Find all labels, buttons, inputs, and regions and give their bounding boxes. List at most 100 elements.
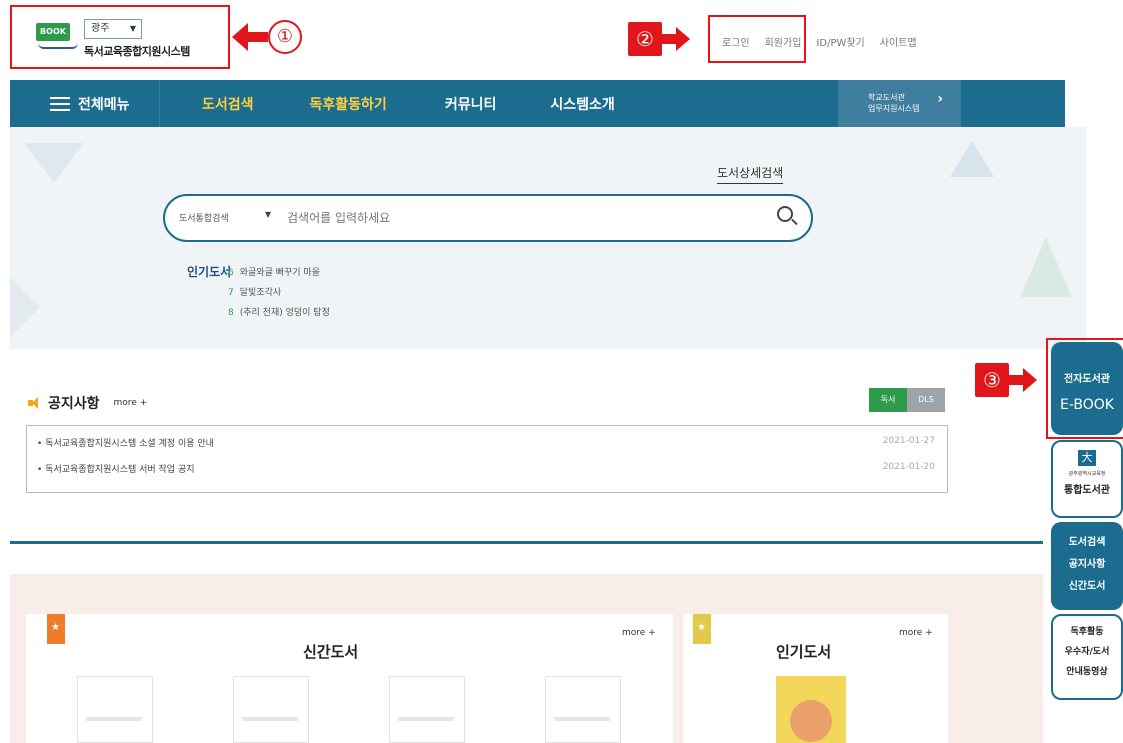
popular-book-rank: 6 [228, 268, 234, 278]
popular-book-item[interactable]: 6 와글와글 뻐꾸기 마을 [228, 263, 330, 283]
library-org: 광주광역시교육청 [1068, 471, 1106, 477]
arrow-bar [662, 34, 676, 44]
popular-books-more-link[interactable]: more + [899, 628, 933, 638]
quick-links-2: 독후활동 우수자/도서 안내동영상 [1051, 614, 1123, 700]
placeholder-line [242, 717, 298, 721]
signup-link[interactable]: 회원가입 [765, 34, 802, 49]
all-menu-label: 전체메뉴 [78, 96, 130, 113]
star-icon: ★ [697, 622, 706, 633]
placeholder-line [398, 717, 454, 721]
callout-number-2: ② [628, 22, 662, 56]
callout-2: ② [628, 22, 690, 56]
arrow-bar [248, 32, 268, 42]
arrow-right-icon [676, 27, 690, 51]
caret-down-icon[interactable]: ▼ [265, 210, 271, 219]
cover-illustration [790, 700, 832, 742]
notice-date: 2021-01-27 [882, 436, 935, 446]
decor-triangle [950, 141, 994, 177]
quick-links: 도서검색 공지사항 신간도서 [1051, 522, 1123, 610]
search-input[interactable] [287, 208, 747, 228]
util-links: 로그인 회원가입 ID/PW찾기 사이트맵 [722, 34, 917, 49]
nav-item-community[interactable]: 커뮤니티 [445, 94, 497, 114]
callout-1: ① [232, 20, 302, 54]
login-link[interactable]: 로그인 [722, 34, 750, 49]
quick-link-new-books[interactable]: 신간도서 [1051, 576, 1123, 598]
tab-reading[interactable]: 독서 [869, 388, 907, 412]
page: BOOK 광주 ▼ 독서교육종합지원시스템 ① ② 로그인 회원가입 ID/PW… [0, 0, 1123, 743]
popular-book-item[interactable]: 8 (추리 천재) 엉덩이 탐정 [228, 303, 330, 323]
school-library-system-link[interactable]: 학교도서관 업무지원시스템 › [838, 80, 961, 127]
region-select-value: 광주 [91, 23, 110, 34]
callout-number-3: ③ [975, 363, 1009, 397]
section-divider [10, 541, 1043, 544]
tab-dls[interactable]: DLS [907, 388, 945, 412]
site-title[interactable]: 독서교육종합지원시스템 [84, 43, 190, 59]
notice-more-link[interactable]: more + [114, 398, 148, 408]
library-name: 통합도서관 [1064, 485, 1110, 496]
arrow-bar [1009, 375, 1023, 385]
popular-book-rank: 8 [228, 308, 234, 318]
popular-book-item[interactable]: 7 달빛조각사 [228, 283, 330, 303]
school-library-line1: 학교도서관 [868, 93, 905, 102]
popular-books-label: 인기도서 [187, 265, 232, 279]
ebook-library-button[interactable]: 전자도서관 E-BOOK [1051, 342, 1123, 435]
popular-book-rank: 7 [228, 288, 234, 298]
quick-link-winners[interactable]: 우수자/도서 [1053, 642, 1121, 662]
library-logo-icon: ⼤ [1078, 450, 1096, 466]
nav-item-book-search[interactable]: 도서검색 [202, 94, 254, 114]
bookmark-icon: ★ [47, 614, 65, 644]
decor-triangle [1020, 237, 1072, 297]
popular-book-title: 달빛조각사 [239, 288, 282, 298]
callout-3: ③ [975, 363, 1037, 397]
quick-link-notice[interactable]: 공지사항 [1051, 554, 1123, 576]
ebook-line2: E-BOOK [1060, 397, 1114, 413]
notice-item[interactable]: • 독서교육종합지원시스템 서버 작업 공지 [37, 462, 195, 475]
popular-book-cover[interactable] [776, 676, 846, 743]
sitemap-link[interactable]: 사이트맵 [880, 34, 917, 49]
decor-triangle [10, 277, 40, 337]
search-box: 도서통합검색 ▼ [163, 194, 813, 242]
logo-swoosh-icon [38, 43, 78, 49]
chevron-right-icon: › [937, 91, 943, 107]
notice-item[interactable]: • 독서교육종합지원시스템 소셜 계정 이용 안내 [37, 436, 214, 449]
region-select[interactable]: 광주 ▼ [84, 19, 142, 39]
main-nav: 전체메뉴 도서검색 독후활동하기 커뮤니티 시스템소개 학교도서관 업무지원시스… [10, 80, 1065, 127]
popular-book-title: (추리 천재) 엉덩이 탐정 [239, 308, 330, 318]
popular-book-title: 와글와글 뻐꾸기 마을 [239, 268, 320, 278]
nav-item-system-intro[interactable]: 시스템소개 [550, 94, 614, 114]
placeholder-line [554, 717, 610, 721]
integrated-library-button[interactable]: ⼤ 광주광역시교육청 통합도서관 [1051, 440, 1123, 518]
megaphone-icon [28, 397, 42, 409]
placeholder-line [86, 717, 142, 721]
school-library-line2: 업무지원시스템 [868, 104, 920, 113]
logo-highlight-box: BOOK 광주 ▼ 독서교육종합지원시스템 [10, 5, 230, 69]
quick-link-book-search[interactable]: 도서검색 [1051, 532, 1123, 554]
book-thumbnail[interactable] [77, 676, 153, 743]
nav-item-reading-activity[interactable]: 독후활동하기 [310, 94, 387, 114]
hamburger-icon [50, 96, 70, 111]
logo-mark[interactable]: BOOK [36, 23, 78, 49]
arrow-left-icon [232, 23, 248, 51]
ebook-line1: 전자도서관 [1064, 374, 1110, 385]
star-icon: ★ [51, 622, 60, 633]
detail-search-link[interactable]: 도서상세검색 [717, 164, 784, 184]
all-menu-button[interactable]: 전체메뉴 [10, 80, 160, 127]
callout-number-1: ① [268, 20, 302, 54]
notice-header: 공지사항 more + [28, 393, 147, 413]
book-thumbnail[interactable] [233, 676, 309, 743]
find-id-pw-link[interactable]: ID/PW찾기 [816, 34, 864, 49]
decor-triangle [24, 143, 84, 183]
popular-books-list: 6 와글와글 뻐꾸기 마을 7 달빛조각사 8 (추리 천재) 엉덩이 탐정 [228, 263, 330, 323]
book-thumbnail[interactable] [545, 676, 621, 743]
new-books-more-link[interactable]: more + [622, 628, 656, 638]
book-thumbnail[interactable] [389, 676, 465, 743]
popular-books-title: 인기도서 [776, 643, 832, 661]
search-icon[interactable] [777, 206, 793, 222]
quick-link-guide-video[interactable]: 안내동영상 [1053, 662, 1121, 682]
search-type-select[interactable]: 도서통합검색 [179, 211, 229, 224]
caret-down-icon: ▼ [129, 24, 136, 33]
notice-tabs: 독서 DLS [869, 388, 945, 412]
notice-date: 2021-01-20 [882, 462, 935, 472]
quick-link-reading-activity[interactable]: 독후활동 [1053, 622, 1121, 642]
notice-title: 공지사항 [48, 396, 100, 412]
